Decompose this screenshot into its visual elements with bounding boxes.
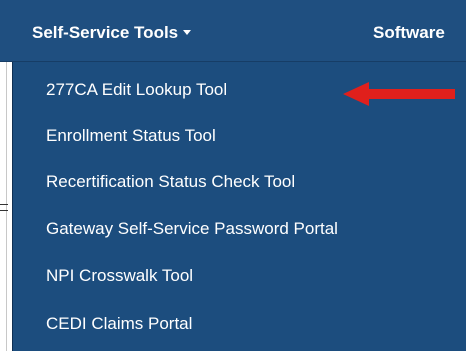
page-edge-tick — [0, 210, 8, 211]
menu-item-enrollment-status-tool[interactable]: Enrollment Status Tool — [46, 122, 216, 150]
nav-software-label: Software — [373, 23, 445, 42]
page-divider-line — [6, 62, 7, 351]
menu-item-npi-crosswalk-tool[interactable]: NPI Crosswalk Tool — [46, 262, 193, 290]
page-edge-tick — [0, 204, 8, 205]
nav-software[interactable]: Software — [373, 0, 445, 62]
menu-item-cedi-claims-portal[interactable]: CEDI Claims Portal — [46, 310, 192, 338]
red-arrow-icon — [343, 82, 455, 106]
menu-item-277ca-edit-lookup-tool[interactable]: 277CA Edit Lookup Tool — [46, 76, 227, 104]
menu-item-recertification-status-check-tool[interactable]: Recertification Status Check Tool — [46, 168, 295, 196]
top-navbar: Self-Service Tools Software — [0, 0, 466, 62]
menu-item-gateway-self-service-password-portal[interactable]: Gateway Self-Service Password Portal — [46, 215, 338, 243]
nav-self-service-tools[interactable]: Self-Service Tools — [32, 0, 192, 62]
nav-self-service-tools-label: Self-Service Tools — [32, 23, 179, 42]
caret-down-icon — [183, 30, 192, 35]
